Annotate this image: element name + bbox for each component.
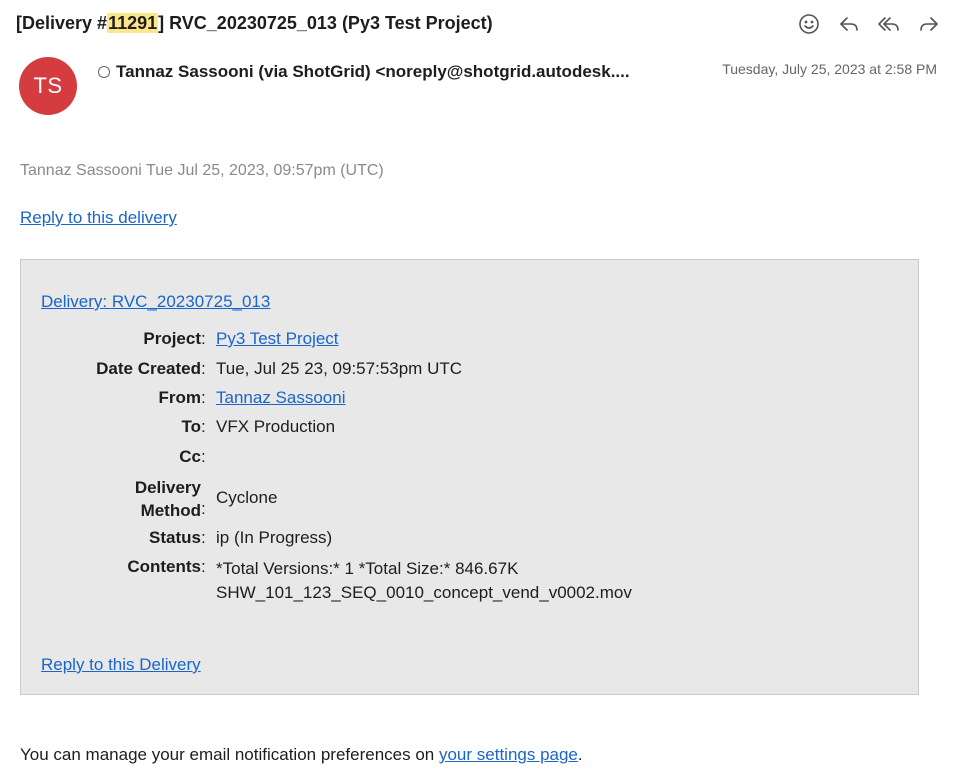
contents-summary: *Total Versions:* 1 *Total Size:* 846.67… [216, 559, 519, 578]
sender-name[interactable]: Tannaz Sassooni (via ShotGrid) <noreply@… [116, 62, 630, 82]
delivery-title-link[interactable]: Delivery: RVC_20230725_013 [41, 292, 270, 312]
delivery-meta-line: Tannaz Sassooni Tue Jul 25, 2023, 09:57p… [20, 162, 384, 179]
footer-notification-text: You can manage your email notification p… [20, 745, 583, 765]
field-label: From [158, 388, 202, 407]
field-value: Tue, Jul 25 23, 09:57:53pm UTC [216, 359, 463, 378]
field-colon: : [201, 528, 206, 547]
field-value: *Total Versions:* 1 *Total Size:* 846.67… [216, 557, 632, 605]
field-row-delivery-method: Delivery Method : Cyclone [21, 476, 278, 522]
reply-to-delivery-link-top[interactable]: Reply to this delivery [20, 208, 177, 228]
field-colon: : [201, 388, 206, 407]
field-label: Contents [127, 557, 201, 576]
field-row-to: To: VFX Production [21, 417, 335, 437]
reply-link-text[interactable]: Reply to this delivery [20, 208, 177, 227]
field-colon: : [201, 447, 206, 466]
field-value: ip (In Progress) [216, 528, 333, 547]
contents-filename: SHW_101_123_SEQ_0010_concept_vend_v0002.… [216, 583, 632, 602]
reply-link-text[interactable]: Reply to this Delivery [41, 655, 201, 674]
reply-icon[interactable] [838, 12, 860, 36]
field-colon: : [201, 557, 206, 576]
field-label: Date Created [96, 359, 201, 378]
field-label-line2: Method [140, 501, 201, 520]
field-label: Delivery Method [21, 476, 201, 522]
delivery-title-text[interactable]: Delivery: RVC_20230725_013 [41, 292, 270, 311]
field-row-contents: Contents: *Total Versions:* 1 *Total Siz… [21, 557, 632, 605]
field-label: Status [149, 528, 201, 547]
subject-suffix: ] RVC_20230725_013 (Py3 Test Project) [158, 13, 493, 33]
field-value: Cyclone [216, 488, 278, 507]
sender-line: Tannaz Sassooni (via ShotGrid) <noreply@… [98, 62, 630, 82]
footer-text: You can manage your email notification p… [20, 745, 439, 764]
field-row-status: Status: ip (In Progress) [21, 528, 332, 548]
field-row-date-created: Date Created: Tue, Jul 25 23, 09:57:53pm… [21, 359, 462, 379]
field-colon: : [201, 417, 206, 436]
footer-period: . [577, 745, 583, 764]
avatar: TS [19, 57, 77, 115]
from-user-link[interactable]: Tannaz Sassooni [216, 388, 345, 407]
field-label: Project [143, 329, 201, 348]
subject-prefix: [Delivery # [16, 13, 108, 33]
field-colon: : [201, 329, 206, 348]
forward-icon[interactable] [918, 12, 940, 36]
reply-to-delivery-link-bottom[interactable]: Reply to this Delivery [41, 655, 201, 675]
project-link[interactable]: Py3 Test Project [216, 329, 339, 348]
received-date: Tuesday, July 25, 2023 at 2:58 PM [722, 61, 937, 77]
field-row-project: Project: Py3 Test Project [21, 329, 339, 349]
email-subject: [Delivery #11291] RVC_20230725_013 (Py3 … [16, 13, 493, 34]
message-toolbar [798, 12, 940, 36]
settings-page-link[interactable]: your settings page [439, 745, 578, 764]
delivery-details-box: Delivery: RVC_20230725_013 Project: Py3 … [20, 259, 919, 695]
field-label-line1: Delivery [134, 478, 201, 497]
field-label: Cc [179, 447, 201, 466]
field-colon: : [201, 499, 206, 518]
smiley-icon[interactable] [798, 12, 820, 36]
field-row-from: From: Tannaz Sassooni [21, 388, 346, 408]
field-label: To [181, 417, 201, 436]
subject-delivery-number: 11291 [107, 13, 159, 33]
reply-all-icon[interactable] [878, 12, 900, 36]
unread-circle-icon[interactable] [98, 66, 110, 78]
field-colon: : [201, 359, 206, 378]
field-row-cc: Cc: [21, 447, 216, 467]
field-value: VFX Production [216, 417, 336, 436]
